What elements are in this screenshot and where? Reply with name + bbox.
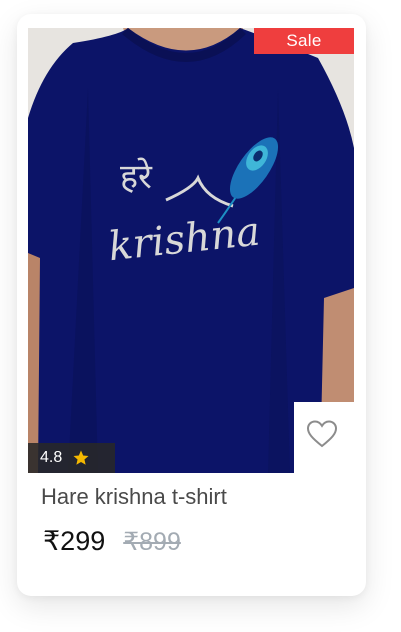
sale-badge: Sale [254,28,354,54]
rating-badge: 4.8 [28,443,115,473]
product-title[interactable]: Hare krishna t-shirt [41,484,227,510]
rating-value: 4.8 [40,449,63,466]
product-card[interactable]: हरे krishna Sale 4.8 Hare krishna t-shir… [17,14,366,596]
star-icon [73,450,89,465]
sale-price: ₹299 [43,526,106,556]
price-row: ₹299 ₹899 [43,526,181,557]
heart-outline-icon[interactable] [306,419,338,449]
original-price: ₹899 [123,528,181,556]
print-hindi-text: हरे [120,157,153,197]
product-image[interactable]: हरे krishna Sale 4.8 [28,28,354,473]
